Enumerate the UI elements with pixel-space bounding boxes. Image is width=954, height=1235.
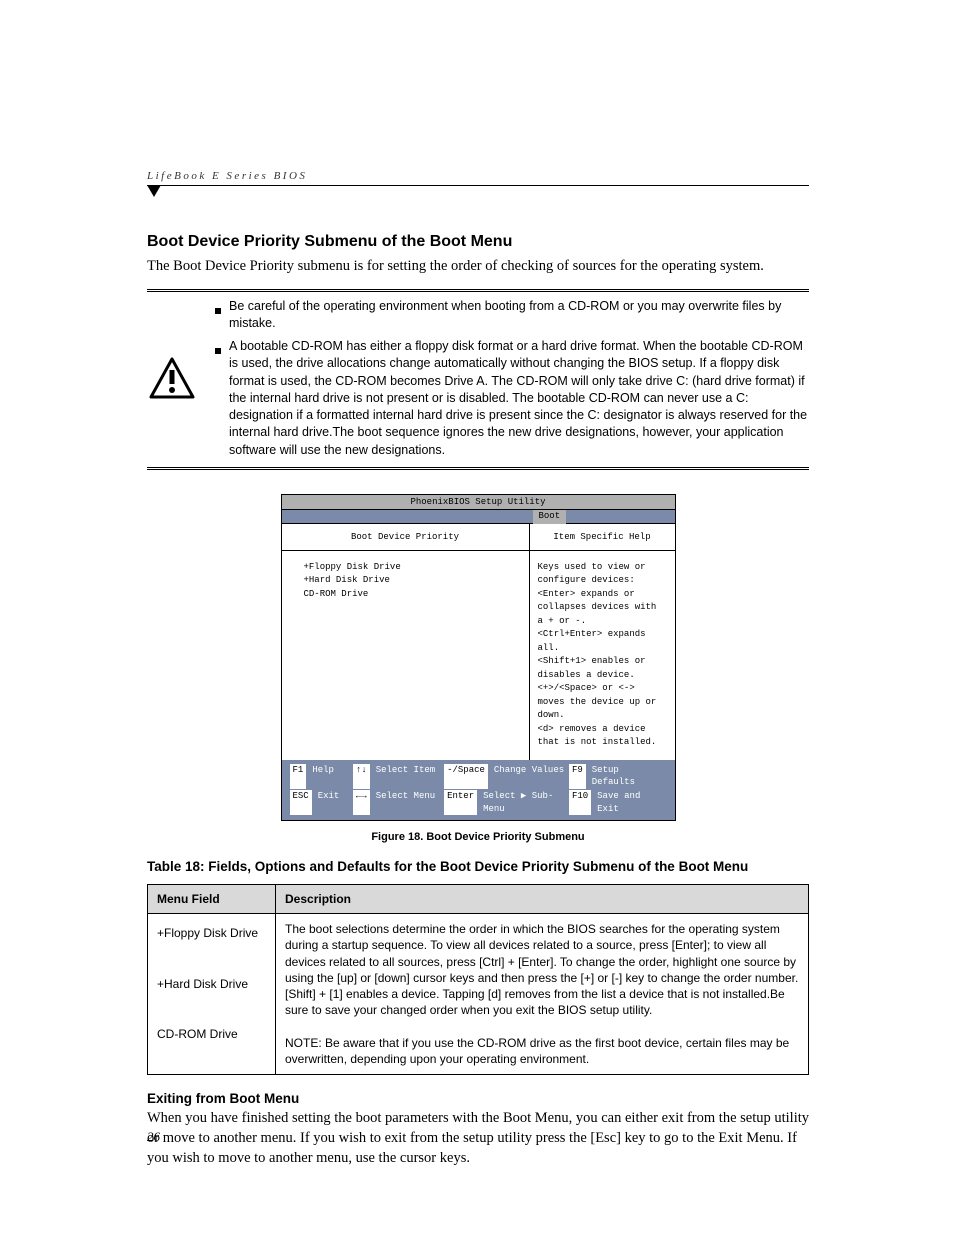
table-title: Table 18: Fields, Options and Defaults f… <box>147 859 809 874</box>
key-desc: Change Values <box>494 764 564 789</box>
help-line: a + or -. <box>538 615 667 629</box>
bios-device-item: +Hard Disk Drive <box>304 574 529 588</box>
help-line: Keys used to view or <box>538 561 667 575</box>
key-label: ←→ <box>353 790 370 815</box>
help-line: <Shift+1> enables or <box>538 655 667 669</box>
exit-heading: Exiting from Boot Menu <box>147 1091 809 1106</box>
help-line: <Enter> expands or <box>538 588 667 602</box>
help-line: moves the device up or <box>538 696 667 710</box>
bios-screen: PhoenixBIOS Setup Utility Boot Boot Devi… <box>281 494 676 821</box>
th-menu-field: Menu Field <box>148 885 276 914</box>
help-line: that is not installed. <box>538 736 667 750</box>
key-label: F1 <box>290 764 307 789</box>
key-label: F9 <box>569 764 586 789</box>
help-line: configure devices: <box>538 574 667 588</box>
section-title: Boot Device Priority Submenu of the Boot… <box>147 233 809 251</box>
caution-text-1: Be careful of the operating environment … <box>229 298 809 333</box>
help-line: <Ctrl+Enter> expands <box>538 628 667 642</box>
th-description: Description <box>276 885 809 914</box>
caution-list: Be careful of the operating environment … <box>215 298 809 459</box>
key-label: F10 <box>569 790 591 815</box>
running-head: LifeBook E Series BIOS <box>147 170 809 186</box>
bios-device-item: +Floppy Disk Drive <box>304 561 529 575</box>
bullet-icon <box>215 342 221 459</box>
key-desc: Select ▶ Sub-Menu <box>483 790 569 815</box>
bios-device-item: CD-ROM Drive <box>304 588 529 602</box>
exit-body: When you have finished setting the boot … <box>147 1108 809 1169</box>
page: LifeBook E Series BIOS Boot Device Prior… <box>0 0 954 1235</box>
key-label: ↑↓ <box>353 764 370 789</box>
key-label: Enter <box>444 790 477 815</box>
help-line: collapses devices with <box>538 601 667 615</box>
key-desc: Setup Defaults <box>592 764 667 789</box>
key-desc: Select Item <box>376 764 435 789</box>
bullet-icon <box>215 302 221 333</box>
td-menu-field: +Floppy Disk Drive +Hard Disk Drive CD-R… <box>148 914 276 1075</box>
td-description: The boot selections determine the order … <box>276 914 809 1075</box>
key-desc: Exit <box>318 790 340 815</box>
figure-caption: Figure 18. Boot Device Priority Submenu <box>147 831 809 843</box>
bios-tab-bar: Boot <box>282 510 675 524</box>
fields-table: Menu Field Description +Floppy Disk Driv… <box>147 884 809 1075</box>
bios-figure: PhoenixBIOS Setup Utility Boot Boot Devi… <box>281 494 676 821</box>
key-label: -/Space <box>444 764 488 789</box>
key-label: ESC <box>290 790 312 815</box>
help-line: <+>/<Space> or <-> <box>538 682 667 696</box>
help-line: disables a device. <box>538 669 667 683</box>
page-number: 26 <box>147 1129 160 1145</box>
bios-tab-boot: Boot <box>533 510 567 524</box>
key-desc: Save and Exit <box>597 790 666 815</box>
help-line: all. <box>538 642 667 656</box>
caution-text-2: A bootable CD-ROM has either a floppy di… <box>229 338 809 459</box>
key-desc: Help <box>312 764 334 789</box>
bios-title: PhoenixBIOS Setup Utility <box>282 495 675 510</box>
help-line: down. <box>538 709 667 723</box>
bios-help-text: Keys used to view or configure devices: … <box>530 551 675 760</box>
head-marker-icon <box>147 185 809 199</box>
bios-device-list: +Floppy Disk Drive +Hard Disk Drive CD-R… <box>282 551 529 751</box>
caution-box: Be careful of the operating environment … <box>147 289 809 470</box>
bios-footer: F1Help ↑↓Select Item -/SpaceChange Value… <box>282 760 675 820</box>
intro-paragraph: The Boot Device Priority submenu is for … <box>147 257 809 277</box>
bios-left-heading: Boot Device Priority <box>282 524 529 551</box>
bios-right-heading: Item Specific Help <box>530 524 675 551</box>
help-line: <d> removes a device <box>538 723 667 737</box>
warning-icon <box>147 357 197 399</box>
key-desc: Select Menu <box>376 790 435 815</box>
